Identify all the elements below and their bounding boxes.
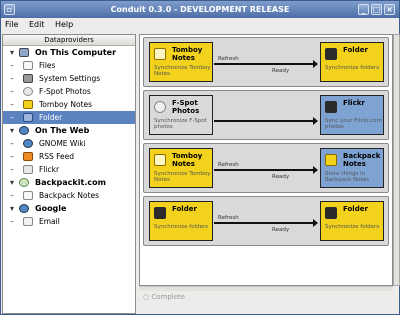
menu-file[interactable]: File <box>1 18 22 32</box>
maximize-button[interactable]: □ <box>371 4 382 15</box>
note-icon <box>154 48 166 60</box>
sink-dataprovider[interactable]: Folder Synchronize folders <box>320 42 384 82</box>
collapse-icon[interactable]: ▾ <box>8 46 16 59</box>
computer-icon <box>19 48 29 57</box>
sync-arrow[interactable] <box>214 60 318 68</box>
tree-header[interactable]: Dataproviders <box>3 35 135 46</box>
tree-category-on-the-web[interactable]: ▾ On The Web <box>3 124 135 137</box>
conduit-row[interactable]: Tomboy Notes Synchronize Tomboy Notes Re… <box>143 143 389 193</box>
tree-item-gnome-wiki[interactable]: – GNOME Wiki <box>3 137 135 150</box>
window-title: Conduit 0.3.0 - DEVELOPMENT RELEASE <box>110 5 290 14</box>
rss-icon <box>23 152 33 161</box>
backpack-notes-icon <box>325 154 337 166</box>
vertical-scrollbar[interactable] <box>393 34 400 286</box>
folder-icon <box>23 113 33 122</box>
camera-icon <box>23 87 33 96</box>
tree-item-rss-feed[interactable]: – RSS Feed <box>3 150 135 163</box>
backpack-icon <box>19 178 29 187</box>
collapse-icon[interactable]: ▾ <box>8 124 16 137</box>
conduit-row[interactable]: Tomboy Notes Synchronize Tomboy Notes Re… <box>143 37 389 87</box>
folder-icon <box>154 207 166 219</box>
flickr-icon <box>325 101 337 113</box>
source-dataprovider[interactable]: Folder Synchronize folders <box>149 201 213 241</box>
sync-arrow[interactable] <box>214 166 318 174</box>
tree-item-backpack-notes[interactable]: – Backpack Notes <box>3 189 135 202</box>
sink-dataprovider[interactable]: Flickr Sync your Flickr.com photos <box>320 95 384 135</box>
tree-item-tomboy-notes[interactable]: – Tomboy Notes <box>3 98 135 111</box>
tree-item-system-settings[interactable]: – System Settings <box>3 72 135 85</box>
sync-arrow[interactable] <box>214 117 318 125</box>
globe-icon <box>23 139 33 148</box>
title-bar: ▫ Conduit 0.3.0 - DEVELOPMENT RELEASE _ … <box>1 1 399 18</box>
note-icon <box>154 154 166 166</box>
tree-category-backpackit[interactable]: ▾ Backpackit.com <box>3 176 135 189</box>
camera-icon <box>154 101 166 113</box>
sync-canvas[interactable]: Tomboy Notes Synchronize Tomboy Notes Re… <box>139 34 393 286</box>
dataprovider-tree[interactable]: Dataproviders ▾ On This Computer – Files… <box>2 34 136 314</box>
flickr-icon <box>23 165 33 174</box>
sync-arrow[interactable] <box>214 219 318 227</box>
menu-help[interactable]: Help <box>51 18 77 32</box>
files-icon <box>23 61 33 70</box>
email-icon <box>23 217 33 226</box>
minimize-button[interactable]: _ <box>358 4 369 15</box>
conduit-row[interactable]: Folder Synchronize folders Refresh Ready… <box>143 196 389 246</box>
folder-icon <box>325 48 337 60</box>
status-text: Complete <box>151 293 186 301</box>
sink-dataprovider[interactable]: Folder Synchronize folders <box>320 201 384 241</box>
conduit-row[interactable]: F-Spot Photos Synchronize F-Spot photos … <box>143 90 389 140</box>
tree-item-fspot-photos[interactable]: – F-Spot Photos <box>3 85 135 98</box>
source-dataprovider[interactable]: F-Spot Photos Synchronize F-Spot photos <box>149 95 213 135</box>
settings-icon <box>23 74 33 83</box>
menu-edit[interactable]: Edit <box>25 18 49 32</box>
globe-icon <box>19 204 29 213</box>
window-menu-icon[interactable]: ▫ <box>4 4 15 15</box>
menu-bar: File Edit Help <box>1 18 399 32</box>
sink-dataprovider[interactable]: Backpack Notes Store things in Backpack … <box>320 148 384 188</box>
folder-icon <box>325 207 337 219</box>
tree-category-on-this-computer[interactable]: ▾ On This Computer <box>3 46 135 59</box>
status-bar: ○ Complete <box>139 291 397 303</box>
source-dataprovider[interactable]: Tomboy Notes Synchronize Tomboy Notes <box>149 148 213 188</box>
tree-category-google[interactable]: ▾ Google <box>3 202 135 215</box>
close-button[interactable]: × <box>384 4 395 15</box>
tree-item-email[interactable]: – Email <box>3 215 135 228</box>
tree-item-flickr[interactable]: – Flickr <box>3 163 135 176</box>
note-icon <box>23 100 33 109</box>
collapse-icon[interactable]: ▾ <box>8 176 16 189</box>
collapse-icon[interactable]: ▾ <box>8 202 16 215</box>
source-dataprovider[interactable]: Tomboy Notes Synchronize Tomboy Notes <box>149 42 213 82</box>
app-window: ▫ Conduit 0.3.0 - DEVELOPMENT RELEASE _ … <box>0 0 400 315</box>
globe-icon <box>19 126 29 135</box>
tree-item-folder[interactable]: – Folder <box>3 111 135 124</box>
tree-item-files[interactable]: – Files <box>3 59 135 72</box>
note-icon <box>23 191 33 200</box>
